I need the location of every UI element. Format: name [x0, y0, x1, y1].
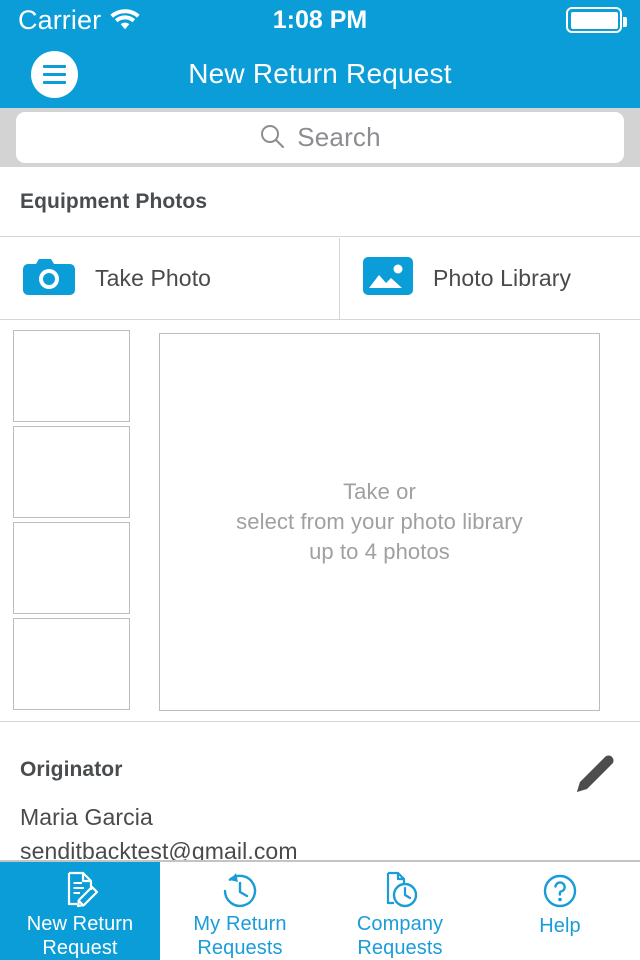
photo-library-icon [362, 256, 414, 301]
photo-action-row: Take Photo Photo Library [0, 238, 640, 320]
bottom-tab-bar: New Return Request My Return Requests Co… [0, 860, 640, 960]
tab-new-return-request[interactable]: New Return Request [0, 862, 160, 960]
photo-thumbnail-3[interactable] [13, 522, 130, 614]
photo-thumbnail-4[interactable] [13, 618, 130, 710]
placeholder-line-2: select from your photo library [236, 509, 523, 535]
originator-name: Maria Garcia [20, 804, 153, 830]
tab-label-line-1: My Return [193, 913, 287, 935]
tab-label-my-return-requests: My Return Requests [193, 912, 286, 960]
search-input[interactable]: Search [16, 112, 624, 163]
wifi-icon [110, 8, 140, 35]
status-bar-time: 1:08 PM [272, 5, 368, 34]
search-bar-container: Search [0, 108, 640, 167]
hamburger-menu-icon[interactable] [31, 50, 78, 98]
photo-preview-pane[interactable]: Take or select from your photo library u… [159, 333, 600, 711]
tab-help[interactable]: Help [480, 862, 640, 960]
battery-fill [570, 11, 618, 29]
originator-section: Originator Maria Garcia senditbacktest@g… [0, 723, 640, 860]
question-circle-icon [540, 870, 580, 912]
tab-company-requests[interactable]: Company Requests [320, 862, 480, 960]
document-edit-icon [60, 870, 100, 910]
tab-label-line-2: Request [42, 937, 118, 959]
photo-area: Take or select from your photo library u… [0, 320, 640, 722]
originator-email: senditbacktest@gmail.com [20, 837, 298, 860]
clock-back-icon [220, 870, 260, 910]
placeholder-line-3: up to 4 photos [309, 538, 450, 564]
photo-thumbnail-2[interactable] [13, 426, 130, 518]
nav-bar: New Return Request [0, 40, 640, 108]
originator-details: Maria Garcia senditbacktest@gmail.com [20, 801, 298, 860]
photo-library-button[interactable]: Photo Library [340, 238, 640, 319]
tab-my-return-requests[interactable]: My Return Requests [160, 862, 320, 960]
tab-label-line-1: Company [356, 913, 444, 935]
tab-label-company-requests: Company Requests [357, 912, 443, 960]
page-title: New Return Request [188, 58, 452, 89]
edit-pencil-icon[interactable] [570, 751, 616, 797]
section-title: Equipment Photos [20, 189, 208, 213]
hamburger-bar-3 [43, 80, 66, 84]
hamburger-bar-2 [43, 72, 66, 76]
tab-label-line-2: Requests [197, 937, 283, 959]
search-icon [259, 123, 285, 154]
take-photo-button[interactable]: Take Photo [0, 238, 340, 319]
status-bar: Carrier 1:08 PM [0, 0, 640, 40]
tab-label-line-1: New Return [26, 913, 134, 935]
status-bar-right [367, 7, 628, 33]
status-bar-left: Carrier [18, 6, 273, 35]
battery-full-icon [566, 7, 628, 33]
thumbnail-column [13, 330, 130, 714]
take-photo-label: Take Photo [95, 265, 212, 291]
photo-preview-placeholder: Take or select from your photo library u… [236, 477, 523, 566]
tab-label-line-1: Help [539, 915, 581, 937]
app-screen: Carrier 1:08 PM New Return Request Searc… [0, 0, 640, 960]
camera-icon [22, 256, 76, 301]
originator-title: Originator [20, 758, 123, 781]
placeholder-line-1: Take or [343, 479, 416, 505]
tab-label-line-2: Requests [357, 937, 443, 959]
photo-library-label: Photo Library [433, 265, 572, 291]
tab-label-new-return-request: New Return Request [27, 912, 134, 960]
document-clock-icon [380, 870, 420, 910]
hamburger-bar-1 [43, 64, 66, 68]
tab-label-help: Help [539, 914, 581, 938]
equipment-photos-section-header: Equipment Photos [0, 167, 640, 237]
carrier-label: Carrier [18, 4, 102, 35]
search-placeholder: Search [297, 122, 381, 152]
photo-thumbnail-1[interactable] [13, 330, 130, 422]
